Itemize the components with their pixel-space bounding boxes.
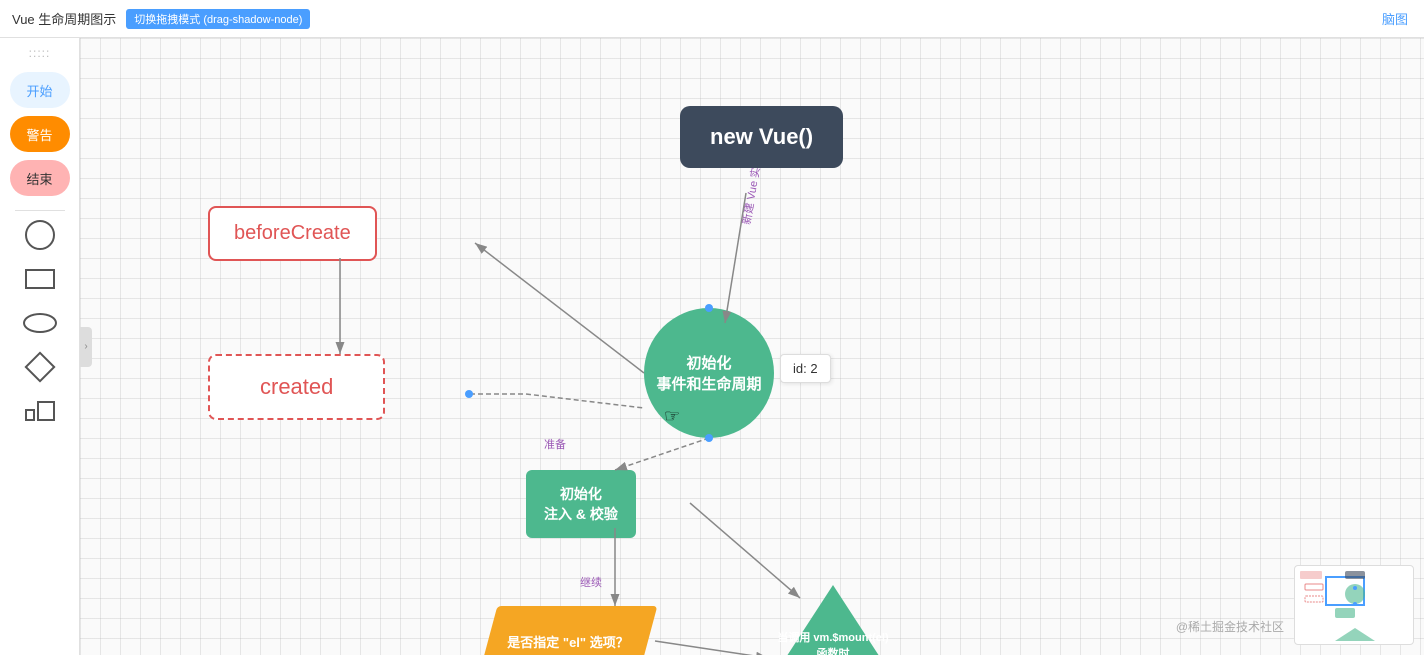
arrow-label-prepare: 准备 <box>544 436 566 452</box>
end-button[interactable]: 结束 <box>10 160 70 196</box>
before-create-node[interactable]: beforeCreate <box>208 206 377 261</box>
top-bar-right: 脑图 <box>1382 9 1408 29</box>
shape-circle[interactable] <box>15 217 65 253</box>
subflow-icon <box>25 401 55 421</box>
el-option-label: 是否指定 "el" 选项？ <box>507 632 628 651</box>
mount-label: 当调用 vm.$mount(el) 函数时 <box>768 585 898 655</box>
shape-rect[interactable] <box>15 261 65 297</box>
left-sidebar: ::::: 开始 警告 结束 <box>0 38 80 655</box>
shape-oval[interactable] <box>15 305 65 341</box>
rect-icon <box>25 269 55 289</box>
app-container: Vue 生命周期图示 切换拖拽模式 (drag-shadow-node) 脑图 … <box>0 0 1424 655</box>
arrow-label-continue: 继续 <box>580 574 602 590</box>
id-tooltip: id: 2 <box>780 354 831 383</box>
drag-handle[interactable]: ::::: <box>29 46 51 60</box>
top-bar: Vue 生命周期图示 切换拖拽模式 (drag-shadow-node) 脑图 <box>0 0 1424 38</box>
sidebar-divider <box>15 210 65 211</box>
mindmap-link[interactable]: 脑图 <box>1382 12 1408 27</box>
main-area: ::::: 开始 警告 结束 <box>0 38 1424 655</box>
mini-map[interactable] <box>1294 565 1414 645</box>
created-conn-point <box>465 390 473 398</box>
shape-subflow[interactable] <box>15 393 65 429</box>
init-circle-label: 初始化事件和生命周期 <box>656 352 761 394</box>
diamond-icon <box>24 351 55 382</box>
init-top-conn <box>705 304 713 312</box>
watermark: @稀土掘金技术社区 <box>1176 618 1284 635</box>
app-title: Vue 生命周期图示 <box>12 9 116 28</box>
init-bottom-conn <box>705 434 713 442</box>
inject-label: 初始化注入 & 校验 <box>544 486 618 522</box>
circle-icon <box>25 220 55 250</box>
new-vue-node[interactable]: new Vue() <box>680 106 843 168</box>
drag-cursor-icon: ☞ <box>664 406 680 427</box>
start-button[interactable]: 开始 <box>10 72 70 108</box>
oval-icon <box>23 313 57 333</box>
collapse-handle[interactable]: › <box>80 327 92 367</box>
canvas-area[interactable]: › <box>80 38 1424 655</box>
drag-mode-badge[interactable]: 切换拖拽模式 (drag-shadow-node) <box>126 9 310 29</box>
created-node[interactable]: created <box>208 354 385 420</box>
collapse-icon: › <box>84 341 87 352</box>
inject-node[interactable]: 初始化注入 & 校验 <box>526 470 636 538</box>
warn-button[interactable]: 警告 <box>10 116 70 152</box>
shape-diamond[interactable] <box>15 349 65 385</box>
el-option-node[interactable]: 是否指定 "el" 选项？ <box>488 606 648 655</box>
